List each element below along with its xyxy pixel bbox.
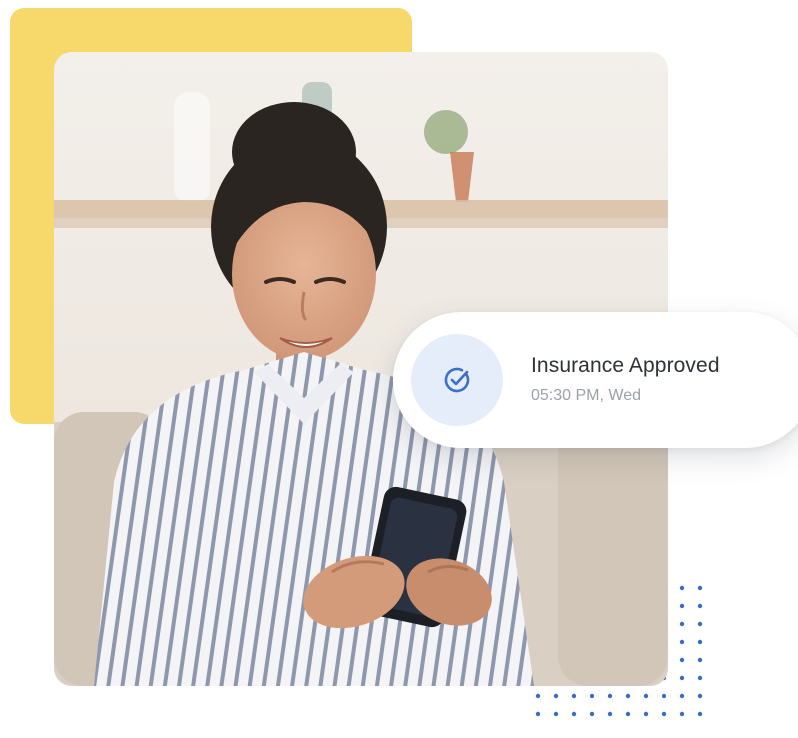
dot bbox=[679, 675, 685, 681]
dot bbox=[679, 603, 685, 609]
dot bbox=[679, 621, 685, 627]
dot bbox=[589, 711, 595, 717]
dot bbox=[643, 693, 649, 699]
dot bbox=[679, 693, 685, 699]
dot bbox=[697, 711, 703, 717]
status-badge bbox=[411, 334, 503, 426]
dot bbox=[535, 711, 541, 717]
dot bbox=[661, 693, 667, 699]
dot bbox=[661, 711, 667, 717]
dot bbox=[697, 585, 703, 591]
dot bbox=[697, 693, 703, 699]
dot bbox=[571, 693, 577, 699]
dot bbox=[679, 639, 685, 645]
dot bbox=[679, 711, 685, 717]
dot bbox=[697, 621, 703, 627]
notification-title: Insurance Approved bbox=[531, 354, 720, 377]
dot bbox=[697, 657, 703, 663]
dot bbox=[643, 711, 649, 717]
hero-illustration: Insurance Approved 05:30 PM, Wed bbox=[0, 0, 798, 738]
check-circle-icon bbox=[444, 367, 470, 393]
dot bbox=[571, 711, 577, 717]
dot bbox=[679, 657, 685, 663]
dot bbox=[589, 693, 595, 699]
dot bbox=[607, 693, 613, 699]
dot bbox=[625, 711, 631, 717]
notification-timestamp: 05:30 PM, Wed bbox=[531, 387, 641, 404]
dot bbox=[697, 603, 703, 609]
dot bbox=[553, 711, 559, 717]
dot bbox=[697, 675, 703, 681]
dot bbox=[553, 693, 559, 699]
dot bbox=[535, 693, 541, 699]
dot bbox=[607, 711, 613, 717]
dot bbox=[679, 585, 685, 591]
dot bbox=[625, 693, 631, 699]
approval-notification-card: Insurance Approved 05:30 PM, Wed bbox=[393, 312, 798, 448]
dot bbox=[697, 639, 703, 645]
